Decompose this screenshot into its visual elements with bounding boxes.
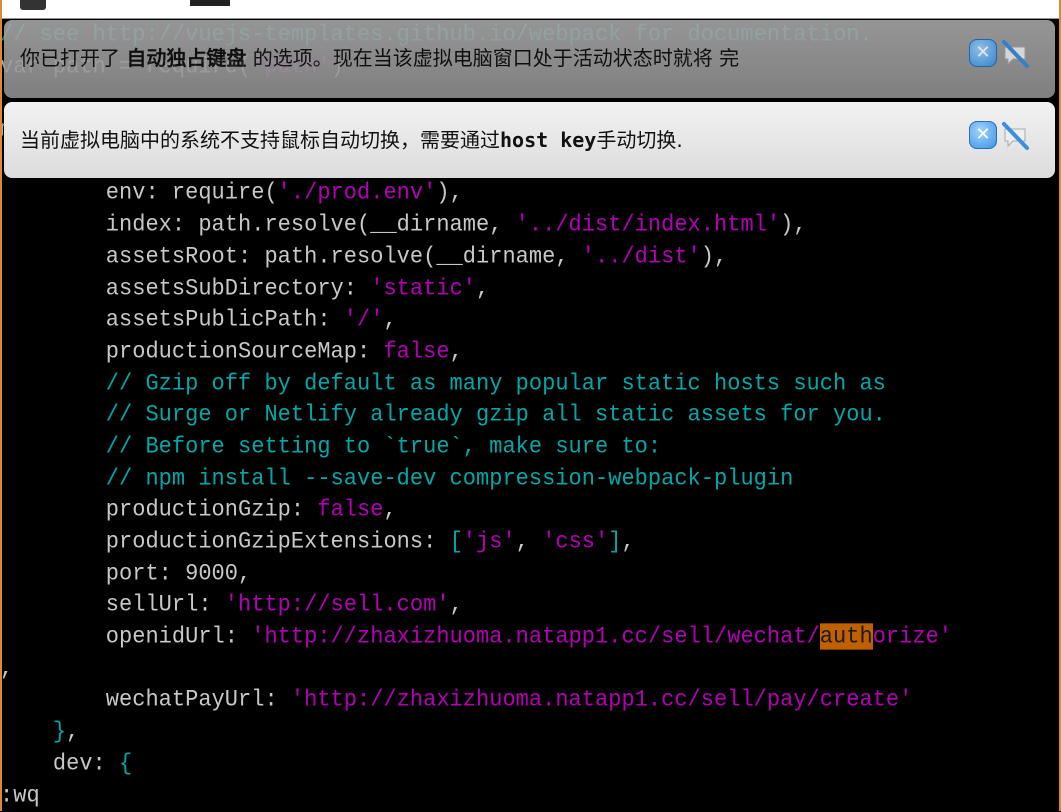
- window-title-bar: [0, 0, 1061, 19]
- code-line: },: [0, 715, 1061, 748]
- code-token: productionGzipExtensions:: [0, 528, 450, 555]
- notification-keyboard-capture: 你已打开了 自动独占键盘 的选项。现在当该虚拟电脑窗口处于活动状态时就将 完 ✕: [4, 20, 1055, 98]
- code-token: orize': [872, 623, 953, 650]
- speech-bubble-crossed-icon[interactable]: [999, 120, 1031, 152]
- code-token: 'http://sell.com': [224, 591, 450, 618]
- code-token: ,: [449, 338, 463, 365]
- code-token: ,: [476, 274, 490, 302]
- code-token: ,: [383, 306, 397, 333]
- code-token: ,: [383, 496, 397, 523]
- code-line: ,: [0, 652, 1061, 685]
- message-text: 手动切换.: [596, 128, 683, 152]
- code-token: sellUrl:: [0, 591, 225, 618]
- code-token: :wq: [0, 781, 40, 809]
- notification-message: 当前虚拟电脑中的系统不支持鼠标自动切换，需要通过host key手动切换.: [20, 124, 683, 153]
- code-line: assetsSubDirectory: 'static',: [0, 272, 1061, 305]
- search-highlight: auth: [819, 623, 873, 650]
- code-token: ,: [515, 528, 543, 555]
- code-line: env: require('./prod.env'),: [0, 177, 1061, 210]
- notification-mouse-integration: 当前虚拟电脑中的系统不支持鼠标自动切换，需要通过host key手动切换. ✕: [4, 102, 1055, 178]
- code-token: '../dist': [581, 243, 701, 270]
- code-line: // Gzip off by default as many popular s…: [0, 367, 1061, 400]
- code-token: [: [449, 528, 463, 555]
- code-line: openidUrl: 'http://zhaxizhuoma.natapp1.c…: [0, 620, 1061, 653]
- code-token: ,: [621, 528, 635, 555]
- code-token: assetsPublicPath:: [0, 306, 344, 333]
- code-token: '/': [343, 306, 384, 333]
- app-icon: [20, 0, 46, 10]
- code-token: './prod.env': [277, 179, 437, 207]
- code-token: env: require(: [0, 179, 278, 207]
- message-text: 当前虚拟电脑中的系统不支持鼠标自动切换，需要通过: [20, 128, 500, 152]
- code-line: wechatPayUrl: 'http://zhaxizhuoma.natapp…: [0, 684, 1061, 717]
- close-x-icon[interactable]: ✕: [969, 121, 997, 149]
- code-token: // Gzip off by default as many popular s…: [0, 369, 886, 397]
- code-token: '../dist/index.html': [515, 211, 781, 238]
- code-line: dev: {: [0, 747, 1061, 780]
- code-line: :wq: [0, 779, 1061, 812]
- code-line: productionGzip: false,: [0, 494, 1061, 527]
- code-token: // Surge or Netlify already gzip all sta…: [0, 401, 886, 428]
- code-token: }: [52, 718, 67, 745]
- code-line: // Before setting to `true`, make sure t…: [0, 430, 1061, 463]
- code-token: ,: [449, 591, 463, 618]
- code-line: productionGzipExtensions: ['js', 'css'],: [0, 525, 1061, 558]
- code-token: assetsRoot: path.resolve(__dirname,: [0, 243, 582, 270]
- code-token: assetsSubDirectory:: [0, 274, 371, 302]
- code-line: // Surge or Netlify already gzip all sta…: [0, 398, 1061, 431]
- message-bold: 自动独占键盘: [126, 46, 247, 70]
- code-token: ),: [780, 211, 807, 238]
- code-line: port: 9000,: [0, 557, 1061, 590]
- close-x-icon[interactable]: ✕: [969, 39, 997, 67]
- code-token: ]: [608, 528, 622, 555]
- code-token: port: 9000,: [0, 560, 252, 587]
- code-token: false: [317, 496, 384, 523]
- code-line: productionSourceMap: false,: [0, 335, 1061, 368]
- notification-message: 你已打开了 自动独占键盘 的选项。现在当该虚拟电脑窗口处于活动状态时就将 完: [20, 42, 739, 71]
- code-token: 'http://zhaxizhuoma.natapp1.cc/sell/wech…: [251, 623, 820, 650]
- code-token: openidUrl:: [0, 623, 252, 650]
- window-border-left: [0, 0, 2, 811]
- code-line: // npm install --save-dev compression-we…: [0, 462, 1061, 495]
- code-token: ),: [700, 243, 728, 270]
- code-token: wechatPayUrl:: [0, 686, 291, 714]
- code-line: index: path.resolve(__dirname, '../dist/…: [0, 208, 1061, 241]
- code-token: 'js': [462, 528, 516, 555]
- message-bold: host key: [500, 128, 597, 152]
- code-token: false: [383, 338, 450, 365]
- code-token: productionSourceMap:: [0, 338, 384, 365]
- code-token: // npm install --save-dev compression-we…: [0, 464, 794, 492]
- code-token: 'http://zhaxizhuoma.natapp1.cc/sell/pay/…: [290, 686, 913, 714]
- message-text: 的选项。现在当该虚拟电脑窗口处于活动状态时就将 完: [246, 46, 740, 70]
- code-token: ,: [66, 718, 80, 745]
- code-token: 'css': [542, 528, 609, 555]
- code-token: productionGzip:: [0, 496, 318, 523]
- code-token: ),: [436, 179, 463, 207]
- code-line: sellUrl: 'http://sell.com',: [0, 589, 1061, 622]
- window-title-fragment: [190, 0, 230, 6]
- code-token: dev:: [0, 750, 119, 777]
- code-line: assetsPublicPath: '/',: [0, 303, 1061, 336]
- code-line: assetsRoot: path.resolve(__dirname, '../…: [0, 240, 1061, 273]
- message-text: 你已打开了: [20, 46, 127, 70]
- code-token: {: [119, 750, 133, 777]
- code-token: // Before setting to `true`, make sure t…: [0, 433, 662, 460]
- speech-bubble-crossed-icon[interactable]: [999, 38, 1031, 70]
- code-token: 'static': [370, 274, 477, 302]
- code-token: index: path.resolve(__dirname,: [0, 211, 516, 238]
